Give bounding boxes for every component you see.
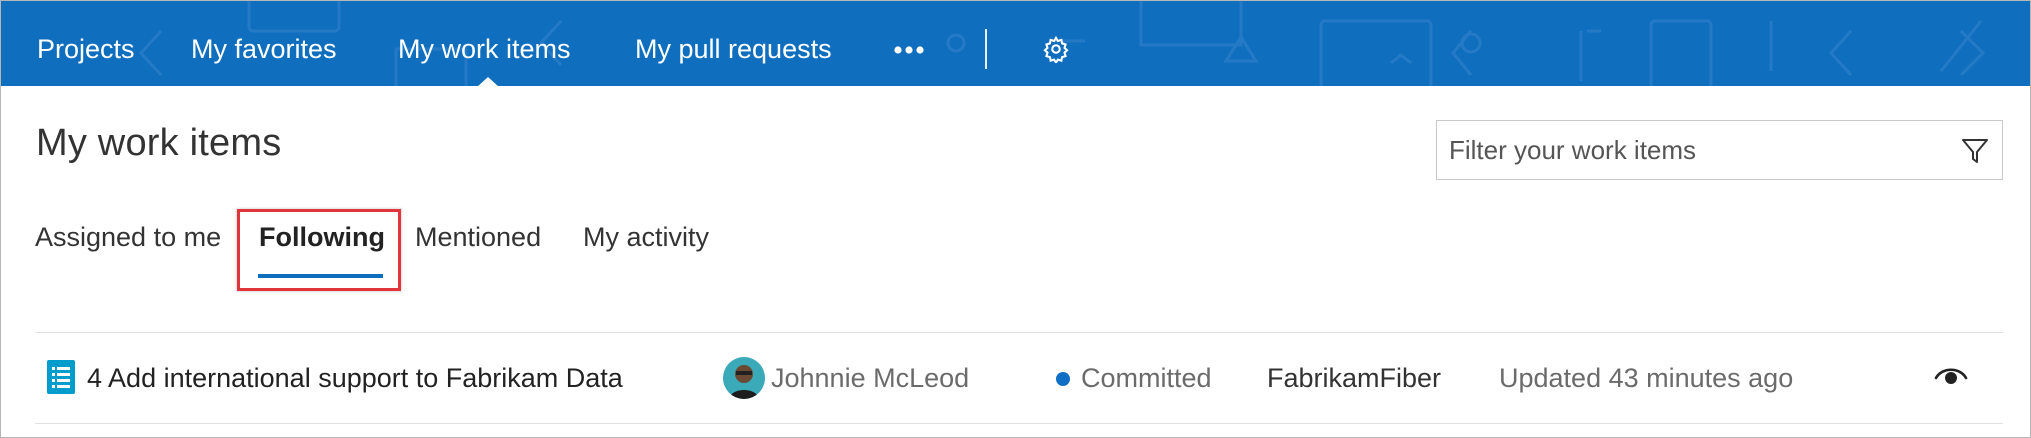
nav-my-favorites[interactable]: My favorites <box>191 1 337 86</box>
filter-input[interactable] <box>1437 121 1929 179</box>
annotation-highlight-box <box>237 209 401 291</box>
avatar <box>723 357 765 399</box>
work-item-id: 4 <box>87 363 103 393</box>
funnel-icon[interactable] <box>1961 137 1989 165</box>
backlog-item-icon <box>47 360 75 394</box>
work-item-row[interactable]: 4 Add international support to Fabrikam … <box>35 333 2003 423</box>
nav-divider <box>985 29 987 69</box>
work-item-project: FabrikamFiber <box>1267 363 1442 393</box>
list-divider-bottom <box>35 423 2003 424</box>
nav-my-pull-requests[interactable]: My pull requests <box>635 1 832 86</box>
filter-box[interactable] <box>1436 120 2003 180</box>
page-title: My work items <box>36 122 282 164</box>
top-navigation: Projects My favorites My work items My p… <box>1 1 2030 86</box>
work-item-updated: Updated 43 minutes ago <box>1499 363 1794 393</box>
selected-nav-indicator <box>477 77 499 86</box>
nav-projects[interactable]: Projects <box>37 1 135 86</box>
tab-mentioned[interactable]: Mentioned <box>415 222 541 253</box>
tab-assigned-to-me[interactable]: Assigned to me <box>35 222 221 253</box>
assigned-to: Johnnie McLeod <box>771 363 970 393</box>
tab-my-activity[interactable]: My activity <box>583 222 709 253</box>
nav-my-work-items[interactable]: My work items <box>398 1 571 86</box>
ellipsis-icon[interactable] <box>894 45 924 55</box>
state-dot-icon <box>1056 372 1070 386</box>
work-item-title-link[interactable]: 4 Add international support to Fabrikam … <box>87 333 623 423</box>
work-item-state: Committed <box>1081 363 1212 393</box>
gear-icon[interactable] <box>1042 35 1070 63</box>
eye-icon[interactable] <box>1933 361 1969 391</box>
work-item-title: Add international support to Fabrikam Da… <box>108 363 623 393</box>
